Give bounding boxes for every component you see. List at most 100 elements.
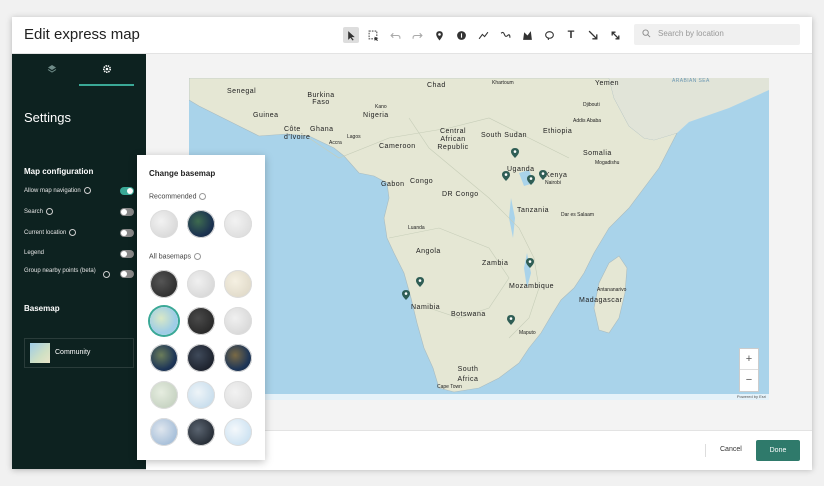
map-label-somalia: Somalia <box>583 150 612 157</box>
africa-landmass <box>189 78 769 393</box>
basemap-option[interactable] <box>187 381 215 409</box>
basemap-option[interactable] <box>187 418 215 446</box>
info-icon[interactable] <box>194 253 202 260</box>
top-bar: Edit express map T Search by location <box>12 17 812 54</box>
text-tool-icon: T <box>567 29 575 41</box>
basemap-option[interactable] <box>187 307 215 335</box>
basemap-name: Community <box>55 349 91 356</box>
basemap-option[interactable] <box>187 210 215 238</box>
double-arrow-icon <box>611 31 619 39</box>
info-icon[interactable] <box>199 193 207 200</box>
gear-icon <box>102 64 111 74</box>
map-label-accra: Accra <box>329 140 342 146</box>
settings-heading: Settings <box>24 110 71 125</box>
basemap-option[interactable] <box>224 210 252 238</box>
tab-layers[interactable] <box>24 54 79 84</box>
map-label-addis-ababa: Addis Ababa <box>573 118 602 124</box>
map-label-namibia: Namibia <box>411 304 441 311</box>
info-icon[interactable] <box>69 229 77 236</box>
allow-map-navigation-toggle[interactable] <box>120 187 134 195</box>
undo-icon <box>389 32 400 39</box>
pointer-icon <box>347 30 355 40</box>
basemap-heading: Basemap <box>24 304 60 313</box>
map-label-congo: Congo <box>410 178 434 185</box>
text-tool-button[interactable]: T <box>563 27 579 43</box>
pin-tool-button[interactable] <box>431 27 447 43</box>
freehand-tool-button[interactable] <box>497 27 513 43</box>
basemap-option[interactable] <box>224 307 252 335</box>
map-label-maputo: Maputo <box>519 330 536 336</box>
info-icon[interactable] <box>83 187 91 194</box>
group-nearby-points-toggle[interactable] <box>120 270 134 278</box>
line-tool-button[interactable] <box>475 27 491 43</box>
basemap-option-selected[interactable] <box>150 307 178 335</box>
arrow-icon <box>588 30 597 39</box>
polyline-icon <box>478 31 488 39</box>
attribution-text: Powered by Esri <box>736 394 766 399</box>
basemap-option[interactable] <box>150 418 178 446</box>
area-tool-button[interactable] <box>519 27 535 43</box>
map-pin-icon[interactable] <box>416 277 424 287</box>
zoom-in-button[interactable]: + <box>740 349 758 370</box>
numbered-marker-icon <box>456 30 466 40</box>
map-label-mogadishu: Mogadishu <box>595 160 620 166</box>
map-label-botswana: Botswana <box>451 311 486 318</box>
basemap-option[interactable] <box>187 270 215 298</box>
recommended-heading: Recommended <box>149 193 207 200</box>
tab-settings[interactable] <box>79 54 134 86</box>
map-toolbar: T <box>343 26 629 44</box>
basemap-option[interactable] <box>224 344 252 372</box>
layers-icon <box>47 65 56 73</box>
legend-toggle[interactable] <box>120 250 134 258</box>
map-pin-icon[interactable] <box>402 290 410 300</box>
basemap-option[interactable] <box>150 270 178 298</box>
info-icon[interactable] <box>46 208 54 215</box>
basemap-thumbnail <box>30 343 50 363</box>
lasso-tool-button[interactable] <box>541 27 557 43</box>
map-pin-icon[interactable] <box>507 315 515 325</box>
option-search: Search <box>24 206 134 218</box>
map-label-tanzania: Tanzania <box>517 207 550 214</box>
marker-tool-button[interactable] <box>453 27 469 43</box>
undo-button[interactable] <box>387 27 403 43</box>
map-label-ghana: Ghana <box>310 126 334 133</box>
current-location-toggle[interactable] <box>120 229 134 237</box>
map-pin-icon[interactable] <box>526 258 534 268</box>
map-label-chad: Chad <box>427 82 446 89</box>
basemap-option[interactable] <box>224 270 252 298</box>
basemap-option[interactable] <box>150 344 178 372</box>
all-basemaps-label: All basemaps <box>149 253 192 261</box>
redo-button[interactable] <box>409 27 425 43</box>
option-legend: Legend <box>24 248 134 260</box>
zoom-out-button[interactable]: − <box>740 370 758 390</box>
basemap-option[interactable] <box>150 381 178 409</box>
search-toggle[interactable] <box>120 208 134 216</box>
location-search-input[interactable]: Search by location <box>634 24 800 45</box>
map-pin-icon[interactable] <box>527 175 535 185</box>
basemap-option[interactable] <box>224 418 252 446</box>
info-icon[interactable] <box>103 271 110 278</box>
map-pin-icon[interactable] <box>539 170 547 180</box>
arrow-tool-button[interactable] <box>585 27 601 43</box>
map-pin-icon[interactable] <box>502 171 510 181</box>
box-select-tool-button[interactable] <box>365 27 381 43</box>
done-button[interactable]: Done <box>756 440 800 461</box>
map-label-cameroon: Cameroon <box>379 143 416 150</box>
basemap-option[interactable] <box>150 210 178 238</box>
double-arrow-tool-button[interactable] <box>607 27 623 43</box>
option-label: Allow map navigation <box>24 188 81 195</box>
map-label-ethiopia: Ethiopia <box>543 128 573 135</box>
current-basemap-card[interactable]: Community <box>24 338 134 368</box>
basemap-option[interactable] <box>187 344 215 372</box>
select-tool-button[interactable] <box>343 27 359 43</box>
option-label: Current location <box>24 230 67 237</box>
map-label-nigeria: Nigeria <box>363 112 389 119</box>
map-view[interactable]: Senegal Burkina Faso Chad Khartoum Yemen… <box>189 78 769 400</box>
popover-title: Change basemap <box>149 169 216 178</box>
map-pin-icon[interactable] <box>511 148 519 158</box>
all-basemaps-heading: All basemaps <box>149 253 202 261</box>
cancel-button[interactable]: Cancel <box>720 446 742 453</box>
redo-icon <box>412 32 423 39</box>
map-label-angola: Angola <box>416 248 441 255</box>
basemap-option[interactable] <box>224 381 252 409</box>
